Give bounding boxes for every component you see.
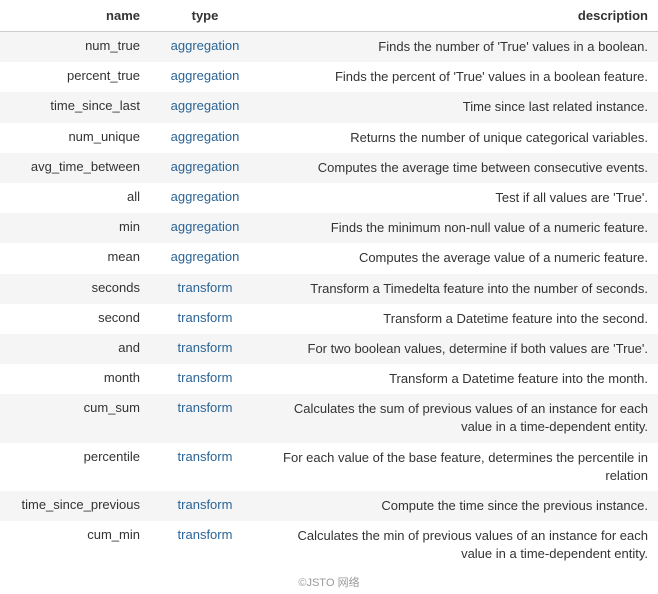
cell-type: aggregation	[150, 123, 260, 153]
description-column-header: description	[260, 0, 658, 32]
table-row: secondtransformTransform a Datetime feat…	[0, 304, 658, 334]
table-row: avg_time_betweenaggregationComputes the …	[0, 153, 658, 183]
cell-type: aggregation	[150, 183, 260, 213]
cell-description: Computes the average time between consec…	[260, 153, 658, 183]
table-row: andtransformFor two boolean values, dete…	[0, 334, 658, 364]
cell-type: aggregation	[150, 213, 260, 243]
cell-type: aggregation	[150, 32, 260, 63]
table-row: time_since_previoustransformCompute the …	[0, 491, 658, 521]
type-column-header: type	[150, 0, 260, 32]
cell-name: percentile	[0, 443, 150, 491]
cell-name: avg_time_between	[0, 153, 150, 183]
cell-name: all	[0, 183, 150, 213]
table-row: allaggregationTest if all values are 'Tr…	[0, 183, 658, 213]
cell-name: second	[0, 304, 150, 334]
cell-name: cum_min	[0, 521, 150, 569]
table-row: cum_sumtransformCalculates the sum of pr…	[0, 394, 658, 442]
cell-name: time_since_previous	[0, 491, 150, 521]
cell-description: Computes the average value of a numeric …	[260, 243, 658, 273]
cell-name: percent_true	[0, 62, 150, 92]
cell-description: For two boolean values, determine if bot…	[260, 334, 658, 364]
table-row: monthtransformTransform a Datetime featu…	[0, 364, 658, 394]
table-header-row: name type description	[0, 0, 658, 32]
cell-description: Compute the time since the previous inst…	[260, 491, 658, 521]
table-row: percent_trueaggregationFinds the percent…	[0, 62, 658, 92]
cell-description: Calculates the sum of previous values of…	[260, 394, 658, 442]
cell-name: seconds	[0, 274, 150, 304]
table-row: num_uniqueaggregationReturns the number …	[0, 123, 658, 153]
table-row: secondstransformTransform a Timedelta fe…	[0, 274, 658, 304]
table-row: cum_mintransformCalculates the min of pr…	[0, 521, 658, 569]
cell-name: num_true	[0, 32, 150, 63]
cell-type: aggregation	[150, 92, 260, 122]
name-column-header: name	[0, 0, 150, 32]
features-table: name type description num_trueaggregatio…	[0, 0, 658, 570]
cell-description: For each value of the base feature, dete…	[260, 443, 658, 491]
cell-description: Returns the number of unique categorical…	[260, 123, 658, 153]
cell-description: Test if all values are 'True'.	[260, 183, 658, 213]
cell-description: Calculates the min of previous values of…	[260, 521, 658, 569]
cell-name: mean	[0, 243, 150, 273]
cell-name: min	[0, 213, 150, 243]
cell-description: Transform a Datetime feature into the se…	[260, 304, 658, 334]
cell-description: Finds the minimum non-null value of a nu…	[260, 213, 658, 243]
cell-type: transform	[150, 394, 260, 442]
table-row: num_trueaggregationFinds the number of '…	[0, 32, 658, 63]
cell-type: transform	[150, 334, 260, 364]
cell-type: transform	[150, 521, 260, 569]
cell-type: transform	[150, 443, 260, 491]
table-row: percentiletransformFor each value of the…	[0, 443, 658, 491]
cell-description: Finds the percent of 'True' values in a …	[260, 62, 658, 92]
cell-type: aggregation	[150, 243, 260, 273]
cell-type: transform	[150, 491, 260, 521]
cell-description: Time since last related instance.	[260, 92, 658, 122]
cell-description: Finds the number of 'True' values in a b…	[260, 32, 658, 63]
cell-name: time_since_last	[0, 92, 150, 122]
cell-name: num_unique	[0, 123, 150, 153]
cell-type: transform	[150, 304, 260, 334]
cell-type: aggregation	[150, 153, 260, 183]
cell-type: transform	[150, 274, 260, 304]
table-row: meanaggregationComputes the average valu…	[0, 243, 658, 273]
cell-type: aggregation	[150, 62, 260, 92]
cell-description: Transform a Timedelta feature into the n…	[260, 274, 658, 304]
watermark: ©JSTО 网络	[0, 570, 658, 594]
table-row: minaggregationFinds the minimum non-null…	[0, 213, 658, 243]
cell-name: cum_sum	[0, 394, 150, 442]
cell-name: and	[0, 334, 150, 364]
cell-name: month	[0, 364, 150, 394]
cell-description: Transform a Datetime feature into the mo…	[260, 364, 658, 394]
cell-type: transform	[150, 364, 260, 394]
table-row: time_since_lastaggregationTime since las…	[0, 92, 658, 122]
